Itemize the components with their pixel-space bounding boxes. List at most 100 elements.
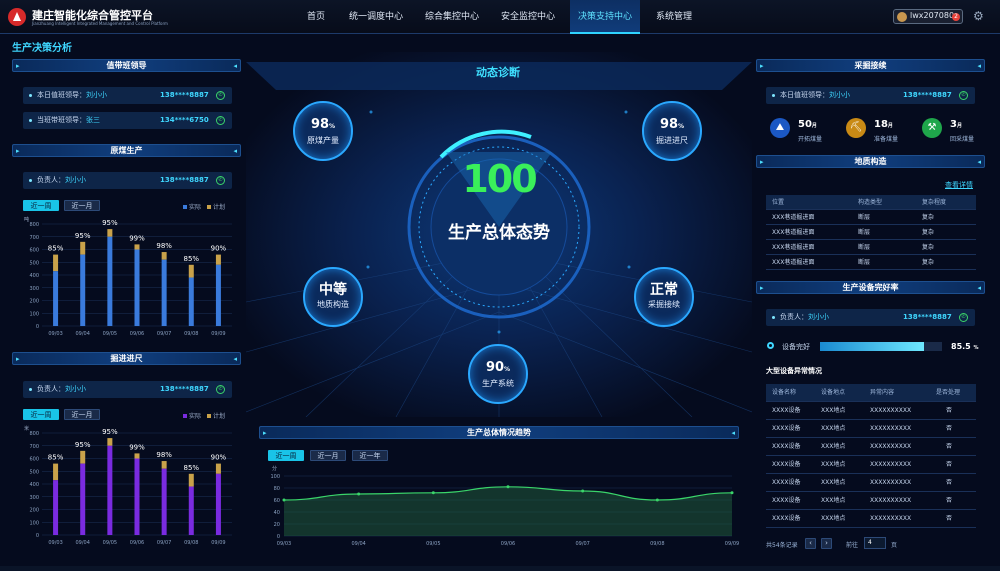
table-row[interactable]: XXXX设备 XXX地点 XXXXXXXXXX 否 — [766, 456, 976, 474]
plan-bar — [53, 463, 59, 481]
legend-plan: 计划 — [212, 413, 225, 420]
metric-coal-output[interactable]: 98% 原煤产量 — [293, 101, 353, 161]
table-cell: XXX巷道掘进面 — [772, 259, 815, 266]
table-row[interactable]: XXX巷道掘进面 断层 复杂 — [766, 225, 976, 240]
column-header: 构造类型 — [858, 199, 883, 206]
data-label: 99% — [129, 443, 145, 451]
panel-right-ornament-icon: ◂ — [233, 355, 237, 363]
tab-coal-month[interactable]: 近一月 — [64, 200, 100, 211]
trend-point — [282, 498, 286, 502]
actual-bar — [215, 473, 221, 535]
y-tick-label: 200 — [29, 299, 39, 305]
table-row[interactable]: XXX巷道掘进面 断层 复杂 — [766, 255, 976, 270]
tab-coal-week[interactable]: 近一周 — [23, 200, 59, 211]
y-tick-label: 100 — [29, 311, 39, 317]
table-cell: 否 — [946, 497, 953, 504]
panel-left-ornament-icon: ▸ — [16, 355, 20, 363]
metric-tunnel-progress[interactable]: 98% 掘进进尺 — [642, 101, 702, 161]
tab-tunnel-week[interactable]: 近一周 — [23, 409, 59, 420]
nav-dispatch[interactable]: 统一调度中心 — [342, 0, 410, 34]
panel-left-ornament-icon: ▸ — [263, 429, 267, 437]
plan-bar — [134, 453, 140, 459]
panel-right-ornament-icon: ◂ — [233, 62, 237, 70]
table-row[interactable]: XXXX设备 XXX地点 XXXXXXXXXX 否 — [766, 474, 976, 492]
duty-phone: 138****8887 — [160, 91, 209, 99]
table-row[interactable]: XXXX设备 XXX地点 XXXXXXXXXX 否 — [766, 438, 976, 456]
table-cell: XXXXXXXXXX — [870, 443, 912, 450]
notification-badge[interactable]: 2 — [952, 13, 960, 21]
y-tick-label: 500 — [29, 469, 39, 475]
panel-title-trend: ▸ 生产总体情况趋势 ◂ — [259, 426, 739, 439]
panel-title-text: 生产设备完好率 — [842, 283, 899, 292]
pager-prev-button[interactable]: ‹ — [805, 538, 816, 549]
bullet-icon — [29, 179, 32, 182]
phone-icon[interactable]: ✆ — [959, 91, 968, 100]
metric-geology[interactable]: 中等 地质构造 — [303, 267, 363, 327]
table-row[interactable]: XXXX设备 XXX地点 XXXXXXXXXX 否 — [766, 402, 976, 420]
nav-integrated-control[interactable]: 综合集控中心 — [418, 0, 486, 34]
tab-tunnel-month[interactable]: 近一月 — [64, 409, 100, 420]
phone-icon[interactable]: ✆ — [216, 385, 225, 394]
panel-title-duty: ▸ 值带班领导 ◂ — [12, 59, 241, 72]
tunnel-legend: 实际 计划 — [183, 411, 225, 420]
metric-mining-continuity[interactable]: 正常 采掘接续 — [634, 267, 694, 327]
gear-icon[interactable]: ⚙ — [973, 9, 984, 23]
x-tick-label: 09/05 — [103, 540, 117, 546]
bullet-icon — [29, 94, 32, 97]
tab-trend-year[interactable]: 近一年 — [352, 450, 388, 461]
x-tick-label: 09/03 — [277, 541, 291, 547]
x-tick-label: 09/07 — [157, 331, 171, 337]
table-cell: XXXXXXXXXX — [870, 461, 912, 468]
table-cell: XXXX设备 — [772, 515, 801, 522]
panel-left-ornament-icon: ▸ — [16, 147, 20, 155]
metric-value: 98% — [295, 117, 351, 132]
x-tick-label: 09/09 — [211, 331, 225, 337]
phone-icon[interactable]: ✆ — [216, 176, 225, 185]
nav-safety-monitor[interactable]: 安全监控中心 — [494, 0, 562, 34]
data-label: 85% — [184, 464, 200, 472]
nav-home[interactable]: 首页 — [296, 0, 336, 34]
legend-plan: 计划 — [212, 204, 225, 211]
y-tick-label: 600 — [29, 457, 39, 463]
table-row[interactable]: XXXX设备 XXX地点 XXXXXXXXXX 否 — [766, 510, 976, 528]
data-label: 85% — [184, 255, 200, 263]
user-menu[interactable]: lwx207080 2 — [893, 9, 963, 24]
nav-decision-support[interactable]: 决策支持中心 — [570, 0, 640, 34]
trend-point — [357, 492, 361, 496]
actual-bar — [80, 254, 86, 326]
legend-swatch — [183, 205, 187, 209]
tab-trend-month[interactable]: 近一月 — [310, 450, 346, 461]
equip-progress-bar — [820, 342, 942, 351]
panel-title-equipment: ▸ 生产设备完好率 ◂ — [756, 281, 985, 294]
avatar — [897, 12, 907, 22]
metric-label: 生产系统 — [482, 379, 514, 388]
phone-icon[interactable]: ✆ — [959, 313, 968, 322]
phone-icon[interactable]: ✆ — [216, 91, 225, 100]
y-tick-label: 500 — [29, 260, 39, 266]
x-tick-label: 09/04 — [76, 331, 90, 337]
column-header: 设备地点 — [821, 389, 846, 396]
equip-phone: 138****8887 — [903, 313, 952, 321]
table-cell: 复杂 — [922, 229, 935, 236]
pager-next-button[interactable]: › — [821, 538, 832, 549]
actual-bar — [134, 458, 140, 535]
table-cell: 断层 — [858, 214, 871, 221]
table-row[interactable]: XXX巷道掘进面 断层 复杂 — [766, 240, 976, 255]
table-row[interactable]: XXX巷道掘进面 断层 复杂 — [766, 210, 976, 225]
tab-trend-week[interactable]: 近一周 — [268, 450, 304, 461]
phone-icon[interactable]: ✆ — [216, 116, 225, 125]
table-row[interactable]: XXXX设备 XXX地点 XXXXXXXXXX 否 — [766, 492, 976, 510]
equip-key: 负责人： — [780, 313, 808, 321]
geology-detail-link[interactable]: 查看详情 — [945, 180, 973, 190]
actual-bar — [161, 259, 167, 326]
table-cell: XXXX设备 — [772, 443, 801, 450]
coal-bar-chart: 吨 0 100 200 300 400 500 600 700 800 85% 09/03 95% 09/… — [24, 216, 232, 337]
table-row[interactable]: XXXX设备 XXX地点 XXXXXXXXXX 否 — [766, 420, 976, 438]
pager-page-input[interactable]: 4 — [864, 537, 886, 549]
duty-row-today: 本日值班领导：刘小小 138****8887 ✆ — [23, 87, 232, 104]
nav-system-admin[interactable]: 系统管理 — [648, 0, 700, 34]
metric-production-system[interactable]: 90% 生产系统 — [468, 344, 528, 404]
y-tick-label: 40 — [274, 510, 280, 516]
x-tick-label: 09/09 — [725, 541, 739, 547]
panel-left-ornament-icon: ▸ — [760, 158, 764, 166]
